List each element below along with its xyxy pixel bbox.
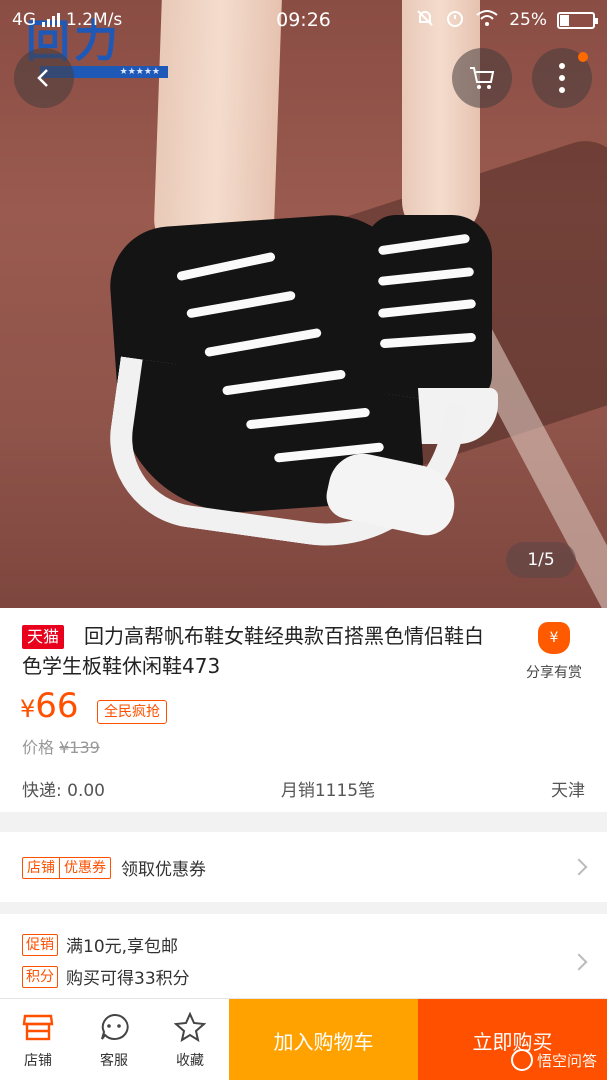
- cart-icon: [470, 67, 495, 89]
- watermark: 悟空问答: [510, 1049, 597, 1071]
- current-price: ¥66: [20, 686, 79, 726]
- more-button[interactable]: [532, 48, 592, 108]
- more-vertical-icon: [559, 63, 565, 93]
- chip-coupon: 优惠券: [59, 857, 110, 878]
- points-text: 购买可得33积分: [66, 969, 190, 989]
- price-value: 66: [35, 686, 79, 726]
- shop-icon: [22, 1010, 54, 1044]
- product-title: 回力高帮帆布鞋女鞋经典款百搭黑色情侣鞋白色学生板鞋休闲鞋473: [22, 624, 484, 678]
- favorite-label: 收藏: [176, 1052, 204, 1069]
- shipping-fee: 快递: 0.00: [22, 781, 105, 801]
- chevron-left-icon: [37, 69, 48, 87]
- currency-symbol: ¥: [20, 695, 36, 723]
- battery-icon: [557, 11, 598, 29]
- chat-face-icon: [98, 1010, 130, 1044]
- coupon-text: 领取优惠券: [121, 860, 206, 880]
- promo-text: 满10元,享包邮: [66, 937, 179, 957]
- promo-tag: 全民疯抢: [97, 700, 167, 724]
- product-image[interactable]: 回力 ★★★★★ 1/5: [0, 0, 607, 608]
- share-reward-label: 分享有赏: [526, 665, 582, 681]
- star-icon: [174, 1010, 206, 1044]
- original-price-label: 价格: [22, 738, 55, 757]
- shop-label: 店铺: [24, 1052, 52, 1069]
- add-to-cart-button[interactable]: 加入购物车: [229, 999, 418, 1080]
- clock: 09:26: [276, 9, 331, 31]
- original-price: 价格 ¥139: [22, 734, 100, 758]
- watermark-logo-icon: [510, 1049, 533, 1071]
- points-chip: 积分: [22, 965, 58, 988]
- favorite-button[interactable]: 收藏: [152, 999, 228, 1080]
- coupon-row[interactable]: 店铺 优惠券 领取优惠券: [0, 832, 607, 902]
- product-meta: 快递: 0.00 月销1115笔 天津: [0, 776, 607, 801]
- share-reward-button[interactable]: ¥ 分享有赏: [516, 622, 592, 682]
- chevron-right-icon: [570, 858, 588, 876]
- monthly-sales: 月销1115笔: [280, 781, 376, 801]
- service-label: 客服: [100, 1052, 128, 1069]
- customer-service-button[interactable]: 客服: [76, 999, 152, 1080]
- tmall-badge: 天猫: [22, 625, 65, 649]
- promotion-row[interactable]: 促销 满10元,享包邮 积分 购买可得33积分: [0, 914, 607, 1004]
- chip-shop: 店铺: [27, 859, 55, 876]
- bottom-action-bar: 店铺 客服 收藏 加入购物车 立即购买 悟空问答: [0, 998, 607, 1080]
- status-bar: 4G 1.2M/s 09:26 25%: [0, 0, 607, 40]
- ship-from-location: 天津: [551, 781, 585, 801]
- original-price-value: ¥139: [59, 738, 100, 757]
- shop-button[interactable]: 店铺: [0, 999, 76, 1080]
- shop-coupon-chip: 店铺 优惠券: [22, 856, 111, 879]
- chevron-right-icon: [570, 953, 588, 971]
- notification-dot: [578, 52, 588, 62]
- cart-button[interactable]: [452, 48, 512, 108]
- promo-chip: 促销: [22, 933, 58, 956]
- watermark-text: 悟空问答: [536, 1051, 597, 1070]
- buy-now-button[interactable]: 立即购买 悟空问答: [418, 999, 607, 1080]
- money-bag-icon: ¥: [538, 622, 570, 654]
- product-info-card: 回力高帮帆布鞋女鞋经典款百搭黑色情侣鞋白色学生板鞋休闲鞋473 天猫 ¥ 分享有…: [0, 608, 607, 812]
- image-page-indicator: 1/5: [506, 542, 576, 578]
- back-button[interactable]: [14, 48, 74, 108]
